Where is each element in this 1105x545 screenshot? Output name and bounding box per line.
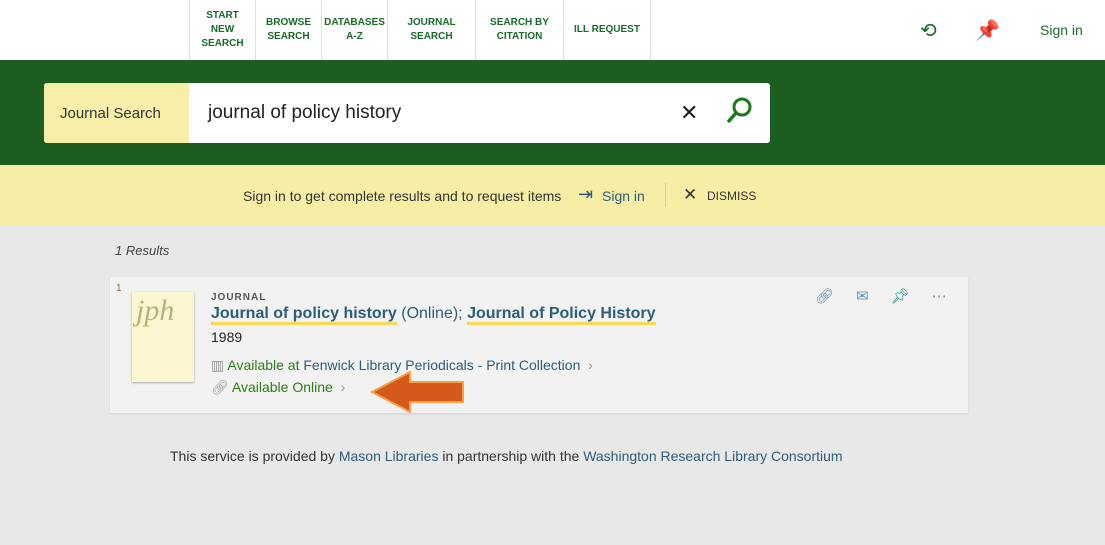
nav-start-new-search[interactable]: START NEW SEARCH (189, 0, 255, 60)
close-icon[interactable]: ✕ (683, 185, 697, 205)
result-index: 1 (116, 283, 122, 294)
permalink-icon[interactable]: 🔗︎ (815, 287, 834, 305)
resource-type: JOURNAL (211, 292, 267, 303)
footer: This service is provided by Mason Librar… (170, 448, 843, 464)
sign-in-link[interactable]: Sign in (1040, 22, 1083, 38)
mason-libraries-link[interactable]: Mason Libraries (339, 448, 439, 464)
cover-thumbnail[interactable]: jph (132, 292, 194, 382)
clear-icon[interactable]: ✕ (680, 100, 698, 126)
nav-databases[interactable]: DATABASES A-Z (321, 0, 387, 60)
search-icon[interactable] (724, 96, 754, 126)
divider (665, 183, 666, 207)
top-bar: START NEW SEARCH BROWSE SEARCH DATABASES… (0, 0, 1105, 60)
history-icon[interactable]: ⟲ (920, 18, 937, 43)
sign-in-notice: Sign in to get complete results and to r… (0, 165, 1105, 225)
result-year: 1989 (211, 329, 243, 345)
pin-icon[interactable]: 📌︎ (891, 287, 910, 305)
pin-icon[interactable]: 📌 (975, 18, 1000, 43)
nav-search-by-citation[interactable]: SEARCH BY CITATION (475, 0, 563, 60)
book-icon: ▥ (211, 357, 228, 373)
chevron-right-icon: › (332, 379, 346, 395)
dismiss-button[interactable]: DISMISS (707, 189, 756, 203)
result-actions: 🔗︎ ✉ 📌︎ ⋯ (815, 287, 947, 305)
nav-journal-search[interactable]: JOURNAL SEARCH (387, 0, 475, 60)
notice-sign-in[interactable]: Sign in (602, 188, 645, 204)
results-count: 1 Results (115, 243, 170, 258)
email-icon[interactable]: ✉ (856, 287, 869, 305)
nav-browse-search[interactable]: BROWSE SEARCH (255, 0, 321, 60)
link-icon: 🔗︎ (211, 379, 232, 395)
more-icon[interactable]: ⋯ (932, 287, 947, 305)
notice-text: Sign in to get complete results and to r… (243, 188, 562, 204)
nav-ill-request[interactable]: ILL REQUEST (563, 0, 651, 60)
availability-online[interactable]: 🔗︎ Available Online › (211, 379, 345, 396)
chevron-right-icon: › (580, 357, 593, 373)
sign-in-icon[interactable]: ⇥ (578, 184, 593, 205)
search-box: Journal Search journal of policy history (44, 83, 770, 143)
result-item[interactable]: 1 jph JOURNAL Journal of policy history … (110, 277, 968, 413)
search-scope[interactable]: Journal Search (44, 83, 189, 143)
result-title[interactable]: Journal of policy history (Online); Jour… (211, 305, 656, 325)
main-nav: START NEW SEARCH BROWSE SEARCH DATABASES… (189, 0, 651, 60)
annotation-arrow-icon (370, 370, 464, 414)
wrlc-link[interactable]: Washington Research Library Consortium (583, 448, 842, 464)
